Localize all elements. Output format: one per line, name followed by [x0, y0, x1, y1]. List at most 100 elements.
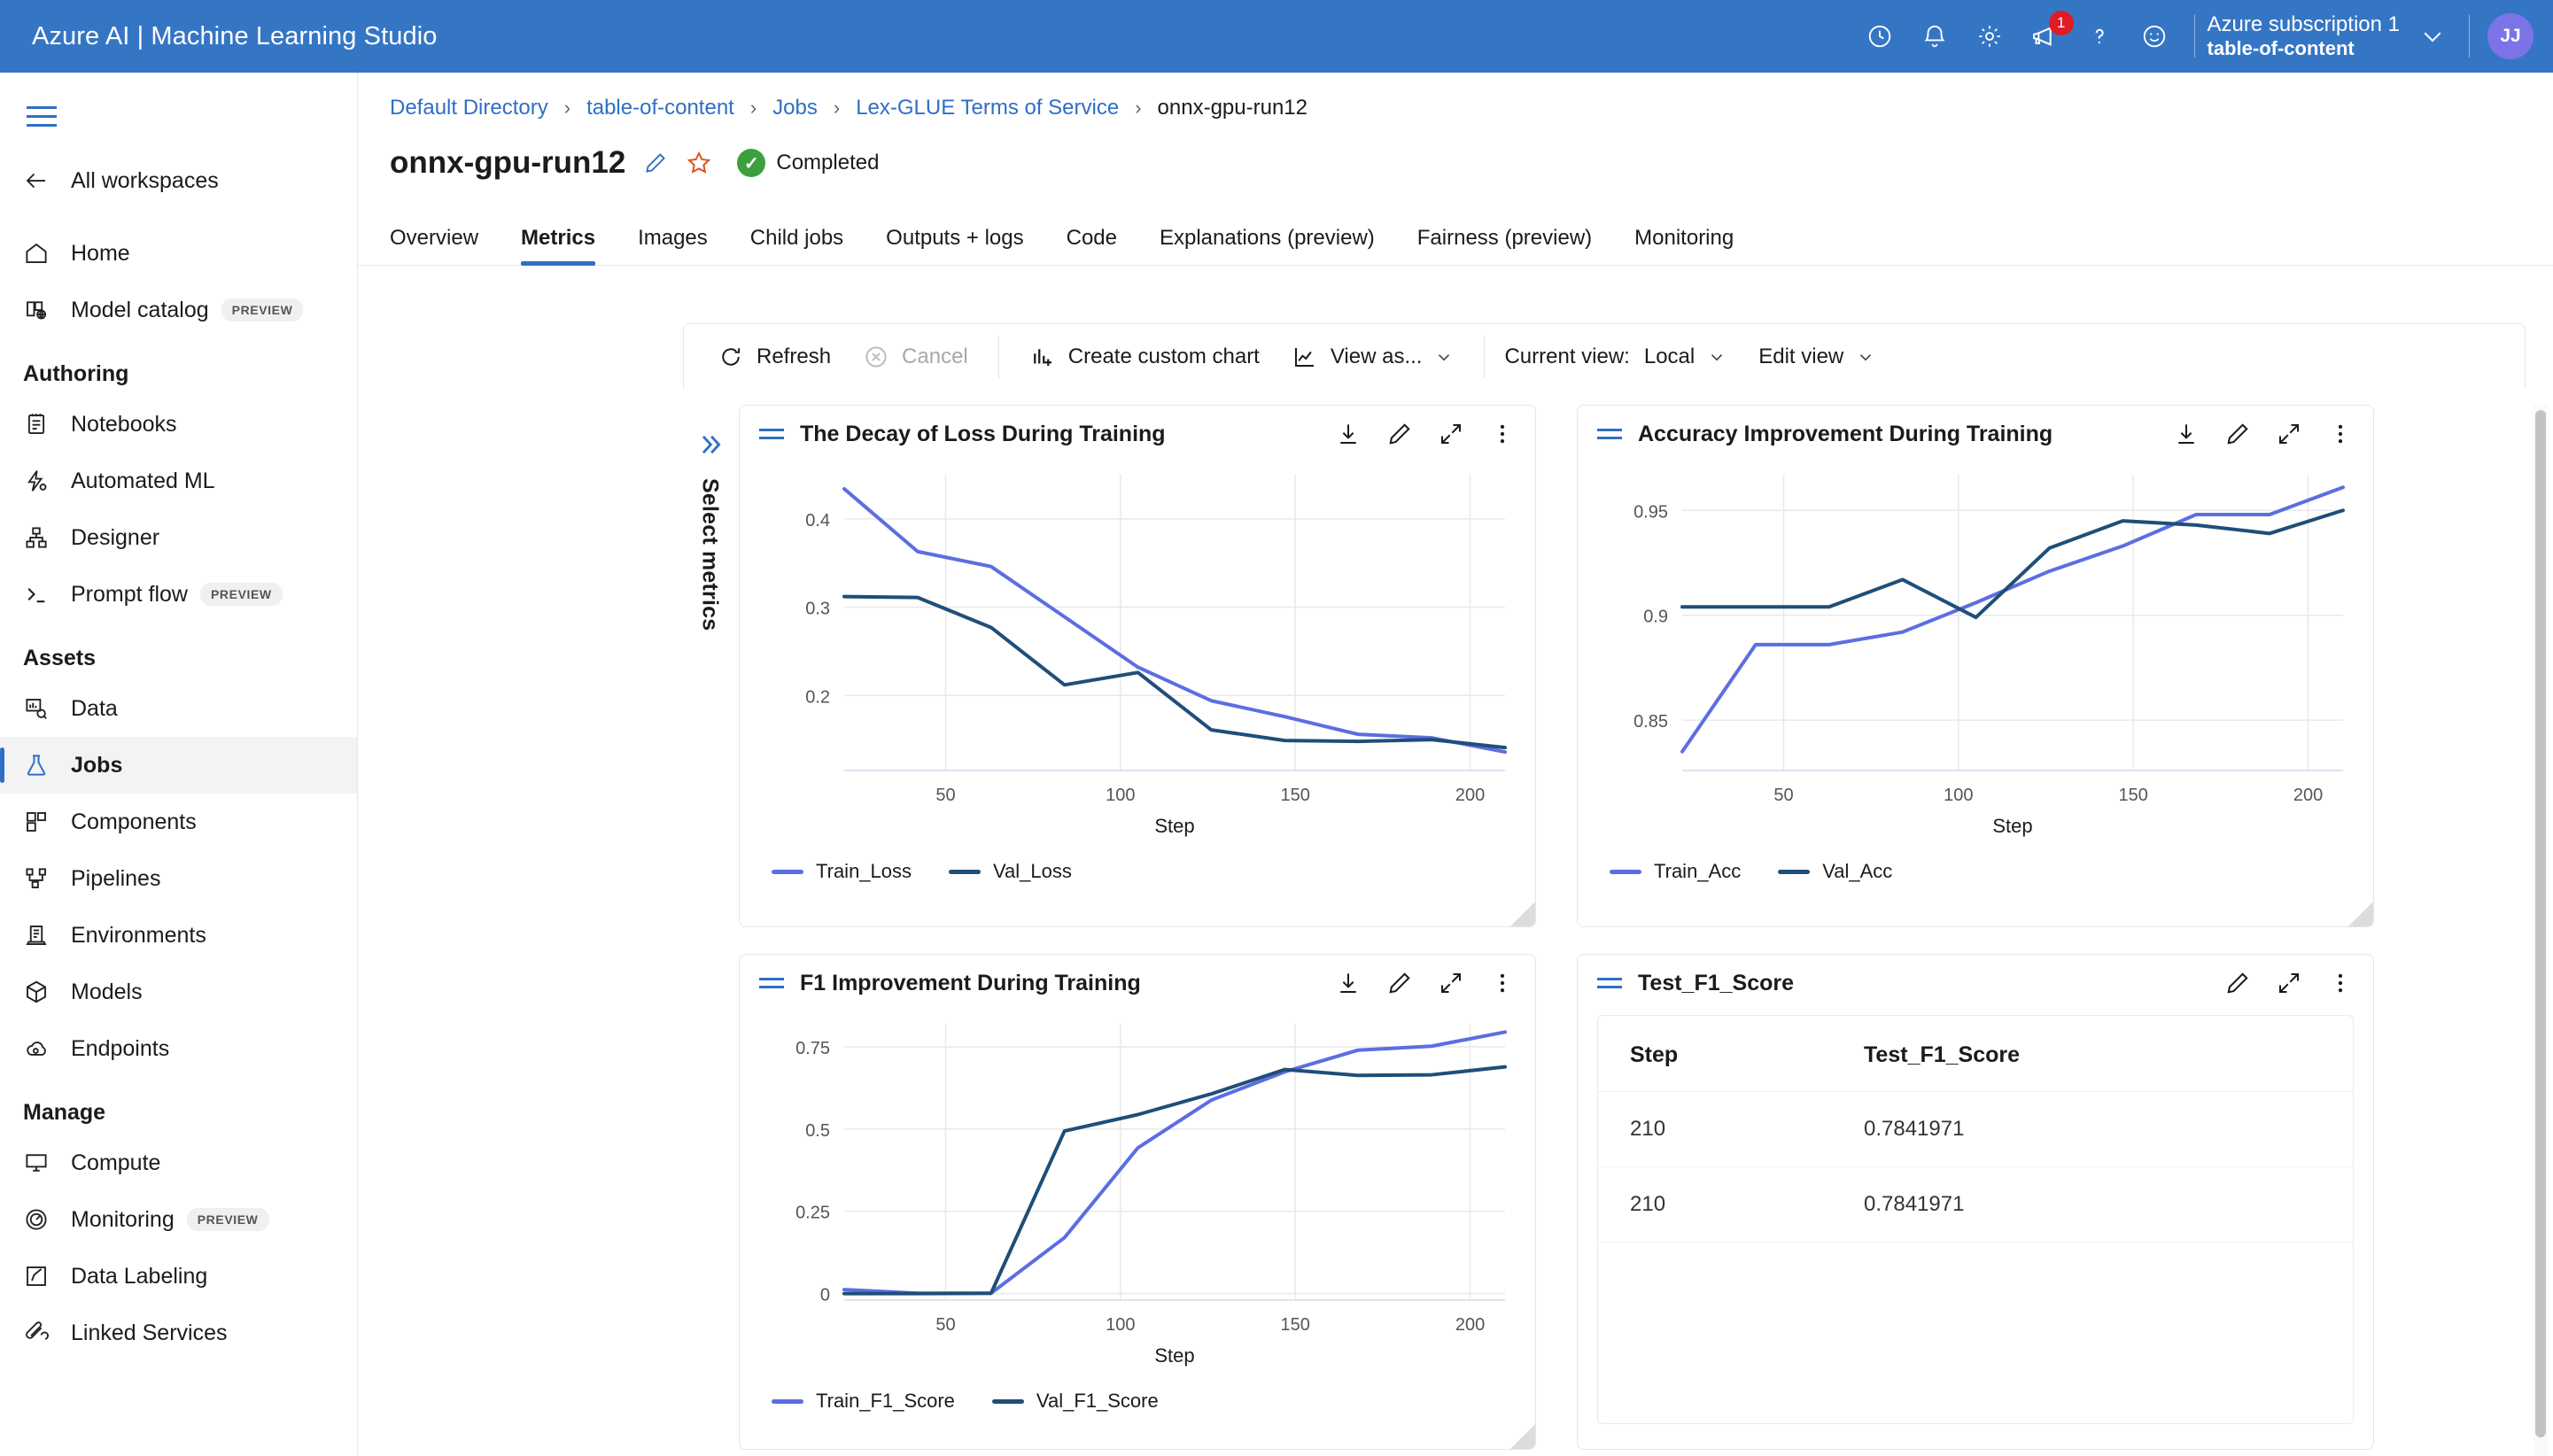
- resize-handle[interactable]: [1510, 1424, 1535, 1449]
- drag-grip-icon[interactable]: [1597, 978, 1622, 988]
- tab-metrics[interactable]: Metrics: [521, 226, 595, 265]
- scrollbar-thumb[interactable]: [2535, 410, 2546, 1437]
- tab-outputs-logs[interactable]: Outputs + logs: [886, 226, 1023, 265]
- pencil-edit-icon[interactable]: [2224, 970, 2251, 996]
- feedback-megaphone-icon[interactable]: 1: [2017, 0, 2072, 73]
- topbar-divider-1: [2194, 15, 2195, 58]
- expand-diagonal-icon[interactable]: [1438, 970, 1464, 996]
- monitor-compute-icon: [23, 1150, 64, 1176]
- more-vertical-icon[interactable]: [2327, 970, 2354, 996]
- legend-item-val[interactable]: Val_Acc: [1778, 860, 1892, 883]
- sidebar-item-all-workspaces[interactable]: All workspaces: [0, 152, 357, 209]
- sidebar-item-designer[interactable]: Designer: [0, 509, 357, 566]
- svg-text:0.3: 0.3: [805, 600, 830, 619]
- breadcrumb-item-jobs[interactable]: Jobs: [772, 96, 818, 120]
- legend-item-train[interactable]: Train_Loss: [772, 860, 912, 883]
- refresh-label: Refresh: [757, 345, 831, 369]
- more-vertical-icon[interactable]: [2327, 421, 2354, 447]
- gear-settings-icon[interactable]: [1962, 0, 2017, 73]
- tab-child-jobs[interactable]: Child jobs: [750, 226, 843, 265]
- column-header-test-f1[interactable]: Test_F1_Score: [1864, 1016, 2353, 1092]
- sidebar-item-models[interactable]: Models: [0, 964, 357, 1020]
- sidebar-item-jobs[interactable]: Jobs: [0, 737, 357, 794]
- expand-diagonal-icon[interactable]: [1438, 421, 1464, 447]
- chart-plot-area: 0.20.30.450100150200Step: [740, 462, 1535, 856]
- download-icon[interactable]: [1335, 970, 1362, 996]
- expand-diagonal-icon[interactable]: [2276, 970, 2302, 996]
- more-vertical-icon[interactable]: [1489, 421, 1516, 447]
- tab-monitoring[interactable]: Monitoring: [1634, 226, 1734, 265]
- cancel-button[interactable]: Cancel: [847, 324, 984, 390]
- column-header-step[interactable]: Step: [1598, 1016, 1864, 1092]
- flask-job-icon: [23, 752, 64, 778]
- chevrons-right-icon[interactable]: [695, 430, 725, 464]
- legend-item-val[interactable]: Val_F1_Score: [992, 1390, 1159, 1413]
- edit-view-dropdown[interactable]: Edit view: [1742, 324, 1891, 390]
- more-vertical-icon[interactable]: [1489, 970, 1516, 996]
- pencil-edit-icon[interactable]: [643, 151, 668, 175]
- create-custom-chart-button[interactable]: Create custom chart: [1013, 324, 1276, 390]
- svg-text:50: 50: [935, 786, 955, 805]
- chart-card-header: F1 Improvement During Training: [740, 955, 1535, 1011]
- bell-notification-icon[interactable]: [1907, 0, 1962, 73]
- sidebar-item-data-labeling[interactable]: Data Labeling: [0, 1248, 357, 1305]
- pencil-edit-icon[interactable]: [1386, 970, 1413, 996]
- chevron-down-icon[interactable]: [2409, 0, 2456, 73]
- clock-history-icon[interactable]: [1852, 0, 1907, 73]
- sidebar-item-endpoints[interactable]: Endpoints: [0, 1020, 357, 1077]
- drag-grip-icon[interactable]: [1597, 429, 1622, 439]
- legend-item-train[interactable]: Train_Acc: [1610, 860, 1741, 883]
- drag-grip-icon[interactable]: [759, 429, 784, 439]
- sidebar-item-automated-ml[interactable]: Automated ML: [0, 453, 357, 509]
- download-icon[interactable]: [1335, 421, 1362, 447]
- breadcrumb-item-lex-glue[interactable]: Lex-GLUE Terms of Service: [856, 96, 1119, 120]
- table-row: 210 0.7841971: [1598, 1167, 2353, 1243]
- breadcrumb-item-default-directory[interactable]: Default Directory: [390, 96, 548, 120]
- tab-explanations[interactable]: Explanations (preview): [1160, 226, 1375, 265]
- drag-grip-icon[interactable]: [759, 978, 784, 988]
- view-as-label: View as...: [1331, 345, 1423, 369]
- legend-item-val[interactable]: Val_Loss: [949, 860, 1072, 883]
- legend-swatch: [772, 1399, 803, 1404]
- pencil-edit-icon[interactable]: [2224, 421, 2251, 447]
- menu-icon[interactable]: [23, 92, 71, 140]
- sidebar-item-prompt-flow[interactable]: Prompt flow PREVIEW: [0, 566, 357, 623]
- tab-code[interactable]: Code: [1067, 226, 1117, 265]
- tab-overview[interactable]: Overview: [390, 226, 478, 265]
- resize-handle[interactable]: [2348, 902, 2373, 926]
- avatar[interactable]: JJ: [2487, 13, 2534, 59]
- breadcrumb-item-table-of-content[interactable]: table-of-content: [586, 96, 734, 120]
- sidebar-item-label: Environments: [71, 923, 206, 949]
- sidebar-item-model-catalog[interactable]: Model catalog PREVIEW: [0, 282, 357, 338]
- sidebar-item-data[interactable]: Data: [0, 680, 357, 737]
- tab-images[interactable]: Images: [638, 226, 708, 265]
- sidebar-item-components[interactable]: Components: [0, 794, 357, 850]
- smiley-feedback-icon[interactable]: [2127, 0, 2182, 73]
- home-icon: [23, 240, 64, 267]
- refresh-button[interactable]: Refresh: [702, 324, 847, 390]
- tab-fairness[interactable]: Fairness (preview): [1417, 226, 1592, 265]
- metric-table-card: Test_F1_Score: [1577, 954, 2374, 1450]
- svg-text:150: 150: [1280, 1315, 1309, 1335]
- sidebar-item-monitoring[interactable]: Monitoring PREVIEW: [0, 1191, 357, 1248]
- sidebar-item-environments[interactable]: Environments: [0, 907, 357, 964]
- sidebar-item-linked-services[interactable]: Linked Services: [0, 1305, 357, 1361]
- sidebar-item-pipelines[interactable]: Pipelines: [0, 850, 357, 907]
- subscription-selector[interactable]: Azure subscription 1 table-of-content: [2208, 12, 2400, 60]
- svg-text:0: 0: [820, 1286, 830, 1305]
- help-question-icon[interactable]: [2072, 0, 2127, 73]
- legend-item-train[interactable]: Train_F1_Score: [772, 1390, 955, 1413]
- download-icon[interactable]: [2173, 421, 2200, 447]
- app-title: Azure AI | Machine Learning Studio: [32, 22, 438, 51]
- resize-handle[interactable]: [1510, 902, 1535, 926]
- current-view-dropdown[interactable]: Local: [1630, 324, 1742, 390]
- sidebar-item-home[interactable]: Home: [0, 225, 357, 282]
- pencil-edit-icon[interactable]: [1386, 421, 1413, 447]
- view-as-button[interactable]: View as...: [1276, 324, 1470, 390]
- sidebar-item-notebooks[interactable]: Notebooks: [0, 396, 357, 453]
- expand-diagonal-icon[interactable]: [2276, 421, 2302, 447]
- sidebar-item-compute[interactable]: Compute: [0, 1135, 357, 1191]
- vertical-scrollbar[interactable]: [2534, 405, 2548, 1456]
- select-metrics-panel-toggle[interactable]: Select metrics: [683, 422, 736, 715]
- star-outline-icon[interactable]: [686, 150, 712, 176]
